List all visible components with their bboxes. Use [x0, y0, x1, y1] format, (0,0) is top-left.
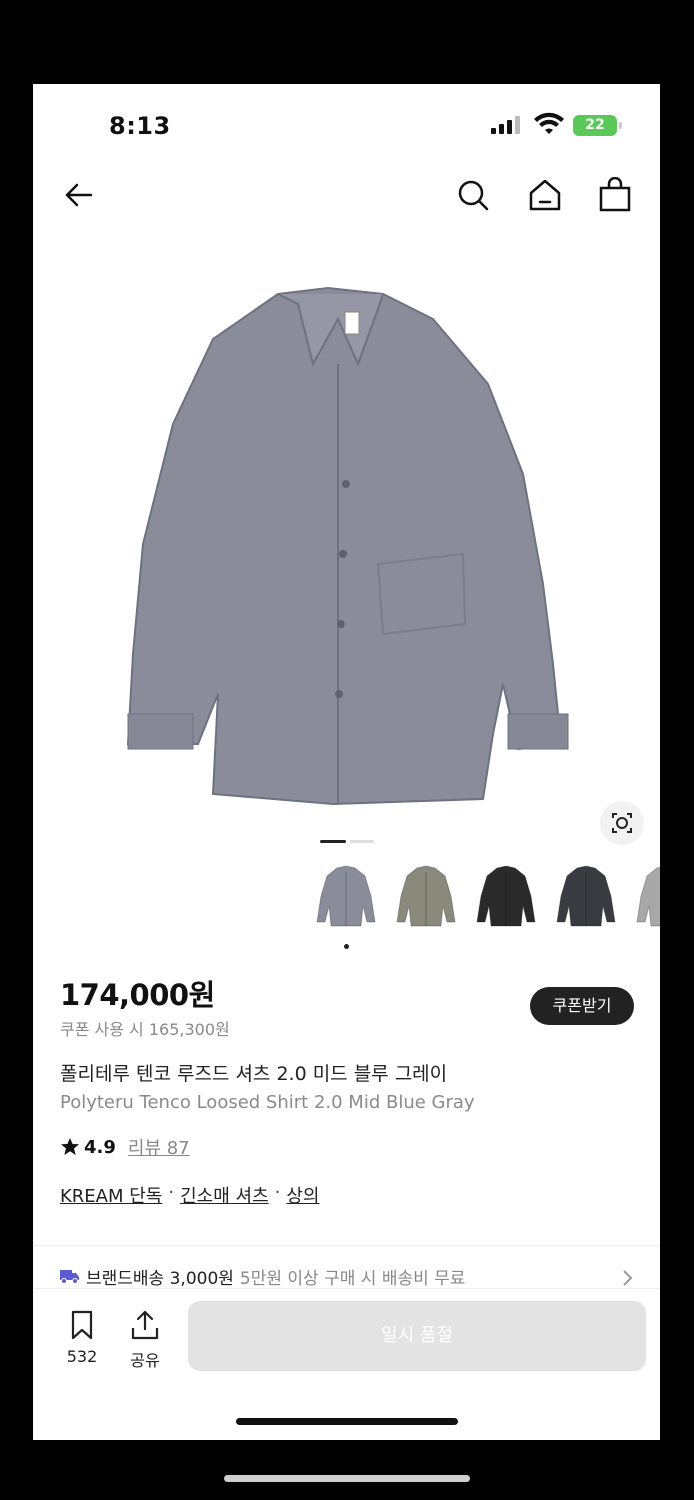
bookmark-icon — [71, 1310, 93, 1340]
rating-score: 4.9 — [84, 1136, 116, 1158]
shirt-thumbnail-image — [476, 865, 536, 927]
product-price: 174,000원 — [60, 978, 215, 1012]
status-bar: 8:13 22 — [33, 84, 660, 154]
wifi-icon — [534, 112, 564, 134]
search-button[interactable] — [455, 177, 491, 213]
product-name-ko: 폴리테루 텐코 루즈드 셔츠 2.0 미드 블루 그레이 — [60, 1063, 448, 1085]
top-nav — [33, 169, 660, 219]
tag-tops[interactable]: 상의 — [286, 1182, 319, 1208]
tag-kream-exclusive[interactable]: KREAM 단독 — [60, 1182, 162, 1208]
color-thumbnail[interactable] — [553, 862, 619, 932]
star-icon — [61, 1138, 79, 1155]
shirt-thumbnail-image — [316, 865, 376, 927]
shirt-thumbnail-image — [396, 865, 456, 927]
shirt-thumbnail-image — [636, 866, 660, 927]
share-button[interactable]: 공유 — [124, 1309, 166, 1371]
color-thumbnail[interactable] — [633, 862, 660, 932]
divider — [33, 1245, 660, 1246]
bookmark-button[interactable]: 532 — [61, 1309, 103, 1366]
bookmark-count: 532 — [66, 1347, 98, 1366]
truck-icon — [60, 1270, 79, 1284]
product-name-en: Polyteru Tenco Loosed Shirt 2.0 Mid Blue… — [60, 1092, 475, 1113]
tag-row: KREAM 단독 · 긴소매 셔츠 · 상의 — [60, 1182, 320, 1208]
cart-button[interactable] — [597, 176, 633, 213]
search-icon — [458, 180, 489, 211]
shirt-image — [126, 286, 569, 806]
tag-separator: · — [168, 1182, 175, 1203]
color-thumbnail[interactable] — [313, 862, 379, 932]
get-coupon-button[interactable]: 쿠폰받기 — [530, 987, 634, 1025]
color-thumbnails — [313, 862, 660, 932]
chevron-right-icon — [623, 1270, 633, 1286]
status-time: 8:13 — [109, 112, 171, 140]
color-thumbnail[interactable] — [473, 862, 539, 932]
home-button[interactable] — [527, 177, 563, 213]
shipping-info[interactable]: 브랜드배송 3,000원 5만원 이상 구매 시 배송비 무료 — [60, 1264, 466, 1289]
home-indicator — [236, 1418, 458, 1425]
shipping-label: 브랜드배송 3,000원 — [86, 1268, 234, 1289]
image-pager — [320, 840, 380, 844]
tag-separator: · — [274, 1182, 281, 1203]
share-label: 공유 — [130, 1351, 160, 1370]
selected-thumb-indicator — [344, 944, 349, 949]
pager-dot — [350, 840, 374, 843]
arrow-left-icon — [65, 183, 93, 207]
shipping-note: 5만원 이상 구매 시 배송비 무료 — [239, 1268, 466, 1289]
sold-out-button[interactable]: 일시 품절 — [188, 1301, 646, 1371]
coupon-price: 쿠폰 사용 시 165,300원 — [60, 1020, 230, 1039]
share-icon — [131, 1310, 159, 1340]
signal-icon — [491, 116, 520, 134]
camera-search-icon — [612, 813, 632, 833]
shopping-bag-icon — [599, 176, 631, 212]
rating-row: 4.9 리뷰 87 — [60, 1135, 190, 1159]
product-image[interactable] — [33, 264, 660, 824]
home-icon — [529, 179, 561, 211]
color-thumbnail[interactable] — [393, 862, 459, 932]
image-search-button[interactable] — [600, 801, 644, 845]
shirt-thumbnail-image — [556, 865, 616, 927]
back-button[interactable] — [61, 177, 97, 213]
tag-long-sleeve-shirt[interactable]: 긴소매 셔츠 — [180, 1182, 269, 1208]
pager-dot-active — [320, 840, 346, 843]
battery-indicator: 22 — [573, 115, 622, 136]
app-screen: 8:13 22 174,000원 쿠폰 사용 시 165,300원 쿠폰받기 폴… — [33, 84, 660, 1440]
review-link[interactable]: 리뷰 87 — [128, 1134, 190, 1160]
scroll-indicator — [224, 1475, 470, 1482]
